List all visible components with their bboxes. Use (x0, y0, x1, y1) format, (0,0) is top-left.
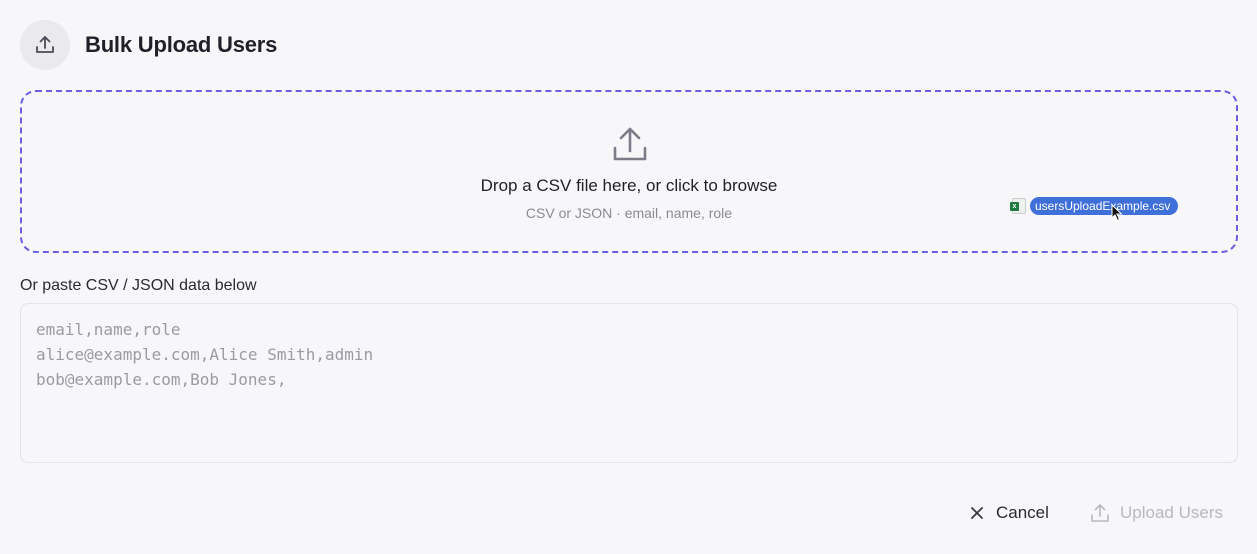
cancel-button[interactable]: Cancel (968, 500, 1049, 526)
close-icon (971, 507, 983, 519)
upload-users-label: Upload Users (1120, 503, 1223, 522)
paste-textarea[interactable]: email,name,role alice@example.com,Alice … (20, 303, 1238, 463)
cancel-label: Cancel (996, 503, 1049, 522)
mouse-cursor-icon (1111, 204, 1123, 222)
dropzone-title: Drop a CSV file here, or click to browse (480, 176, 778, 195)
dragged-file-name: usersUploadExample.csv (1030, 197, 1179, 215)
upload-icon (613, 127, 647, 161)
upload-icon (1091, 504, 1109, 522)
excel-file-icon: x (1010, 198, 1026, 214)
file-dropzone[interactable]: Drop a CSV file here, or click to browse… (20, 90, 1238, 253)
bulk-upload-dialog: Bulk Upload Users Drop a CSV file here, … (0, 0, 1257, 554)
upload-users-button[interactable]: Upload Users (1090, 500, 1223, 526)
dragged-file: x usersUploadExample.csv (1010, 196, 1179, 216)
paste-label: Or paste CSV / JSON data below (20, 277, 257, 294)
page-title: Bulk Upload Users (85, 32, 278, 57)
header-upload-icon (20, 20, 70, 70)
